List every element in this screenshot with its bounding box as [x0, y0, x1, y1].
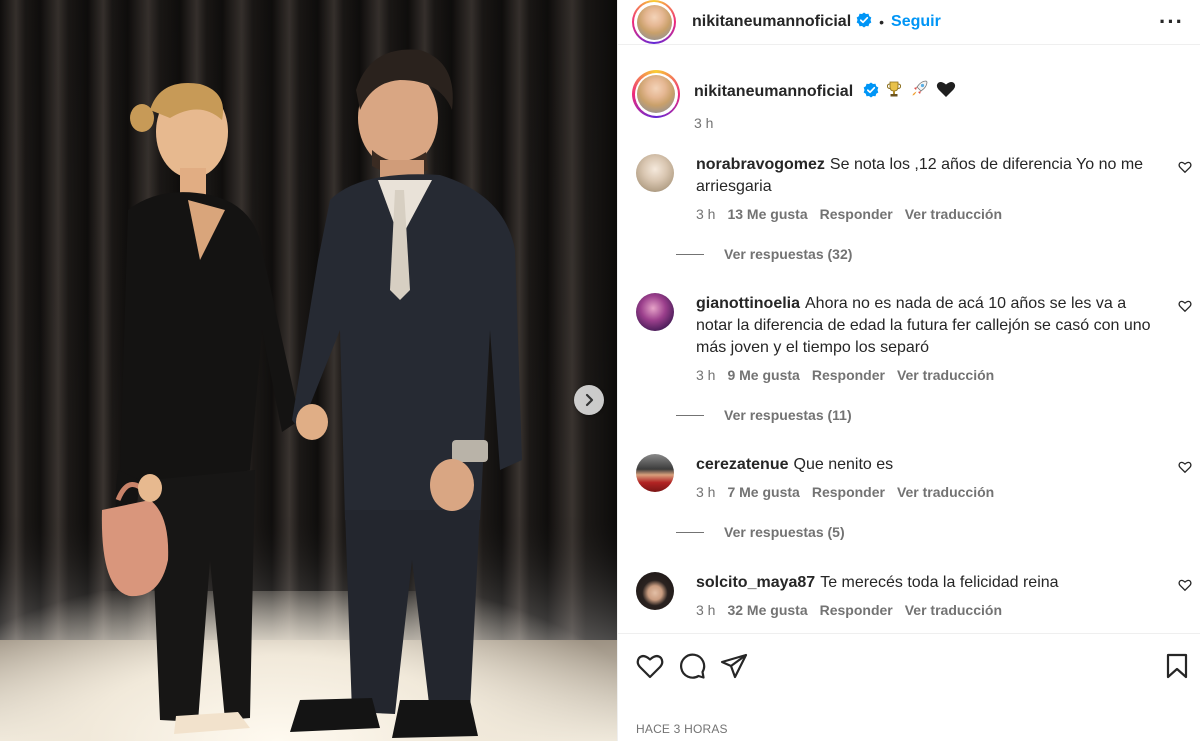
bookmark-icon[interactable]	[1166, 653, 1188, 679]
caption-time: 3 h	[694, 115, 714, 131]
caption-username[interactable]: nikitaneumannoficial	[694, 83, 853, 100]
heart-icon[interactable]	[1178, 299, 1192, 313]
comment-username[interactable]: norabravogomez	[696, 156, 825, 173]
comment-likes[interactable]: 7 Me gusta	[727, 484, 799, 500]
follow-button[interactable]: Seguir	[891, 13, 941, 31]
caption-avatar[interactable]	[632, 70, 680, 118]
comment-time: 3 h	[696, 206, 716, 222]
post-detail-panel: nikitaneumannoficial • Seguir ··· nikita…	[617, 0, 1200, 741]
black-heart-emoji	[936, 80, 956, 103]
translate-button[interactable]: Ver traducción	[905, 206, 1002, 222]
replies-line	[676, 414, 704, 416]
reply-button[interactable]: Responder	[820, 206, 893, 222]
comment-text: Que nenito es	[793, 456, 894, 473]
view-replies-label: Ver respuestas (32)	[724, 246, 853, 262]
post-photo[interactable]	[0, 0, 617, 741]
comment-item: solcito_maya87 Te merecés toda la felicid…	[636, 572, 1196, 618]
comment-likes[interactable]: 13 Me gusta	[727, 206, 807, 222]
comment-avatar[interactable]	[636, 293, 674, 331]
header-username[interactable]: nikitaneumannoficial	[692, 13, 851, 31]
comment-username[interactable]: cerezatenue	[696, 456, 789, 473]
more-options-icon[interactable]: ···	[1159, 9, 1184, 35]
verified-badge-icon	[863, 82, 879, 103]
comment-avatar[interactable]	[636, 154, 674, 192]
comment-time: 3 h	[696, 602, 716, 618]
comment-time: 3 h	[696, 484, 716, 500]
comment-icon[interactable]	[678, 652, 706, 680]
comment-username[interactable]: gianottinoelia	[696, 295, 800, 312]
translate-button[interactable]: Ver traducción	[905, 602, 1002, 618]
comment-text: Te merecés toda la felicidad reina	[820, 574, 1059, 591]
view-replies-button[interactable]: Ver respuestas (5)	[676, 524, 1166, 540]
view-replies-button[interactable]: Ver respuestas (11)	[676, 407, 1166, 423]
translate-button[interactable]: Ver traducción	[897, 367, 994, 383]
comment-avatar[interactable]	[636, 572, 674, 610]
heart-icon[interactable]	[1178, 578, 1192, 592]
comment-avatar[interactable]	[636, 454, 674, 492]
actions-divider	[618, 633, 1200, 634]
trophy-emoji	[885, 80, 903, 103]
woman-figure	[101, 83, 300, 734]
header-divider	[618, 44, 1200, 45]
view-replies-button[interactable]: Ver respuestas (32)	[676, 246, 1166, 262]
reply-button[interactable]: Responder	[820, 602, 893, 618]
comment-item: norabravogomez Se nota los ,12 años de di…	[636, 154, 1196, 262]
reply-button[interactable]: Responder	[812, 484, 885, 500]
translate-button[interactable]: Ver traducción	[897, 484, 994, 500]
heart-icon[interactable]	[1178, 160, 1192, 174]
man-figure	[290, 49, 522, 738]
header-avatar[interactable]	[632, 0, 676, 44]
posted-time: HACE 3 HORAS	[636, 722, 728, 736]
comment-time: 3 h	[696, 367, 716, 383]
replies-line	[676, 253, 704, 255]
comment-item: gianottinoelia Ahora no es nada de acá 10…	[636, 293, 1196, 423]
view-replies-label: Ver respuestas (11)	[724, 407, 852, 423]
comment-username[interactable]: solcito_maya87	[696, 574, 815, 591]
chevron-right-icon	[585, 393, 594, 407]
verified-badge-icon	[856, 12, 872, 33]
separator-dot: •	[879, 14, 885, 30]
post-caption: nikitaneumannoficial 3 h	[632, 70, 956, 131]
next-image-button[interactable]	[574, 385, 604, 415]
comment-item: cerezatenue Que nenito es 3 h 7 Me gusta …	[636, 454, 1196, 540]
replies-line	[676, 531, 704, 533]
comment-likes[interactable]: 32 Me gusta	[727, 602, 807, 618]
heart-icon[interactable]	[1178, 460, 1192, 474]
heart-icon[interactable]	[636, 653, 664, 679]
post-header: nikitaneumannoficial • Seguir ···	[618, 0, 1200, 44]
view-replies-label: Ver respuestas (5)	[724, 524, 845, 540]
reply-button[interactable]: Responder	[812, 367, 885, 383]
comment-likes[interactable]: 9 Me gusta	[727, 367, 799, 383]
share-icon[interactable]	[720, 653, 748, 679]
rocket-emoji	[910, 78, 930, 103]
post-actions	[636, 652, 1188, 680]
couple-figures	[101, 49, 522, 738]
